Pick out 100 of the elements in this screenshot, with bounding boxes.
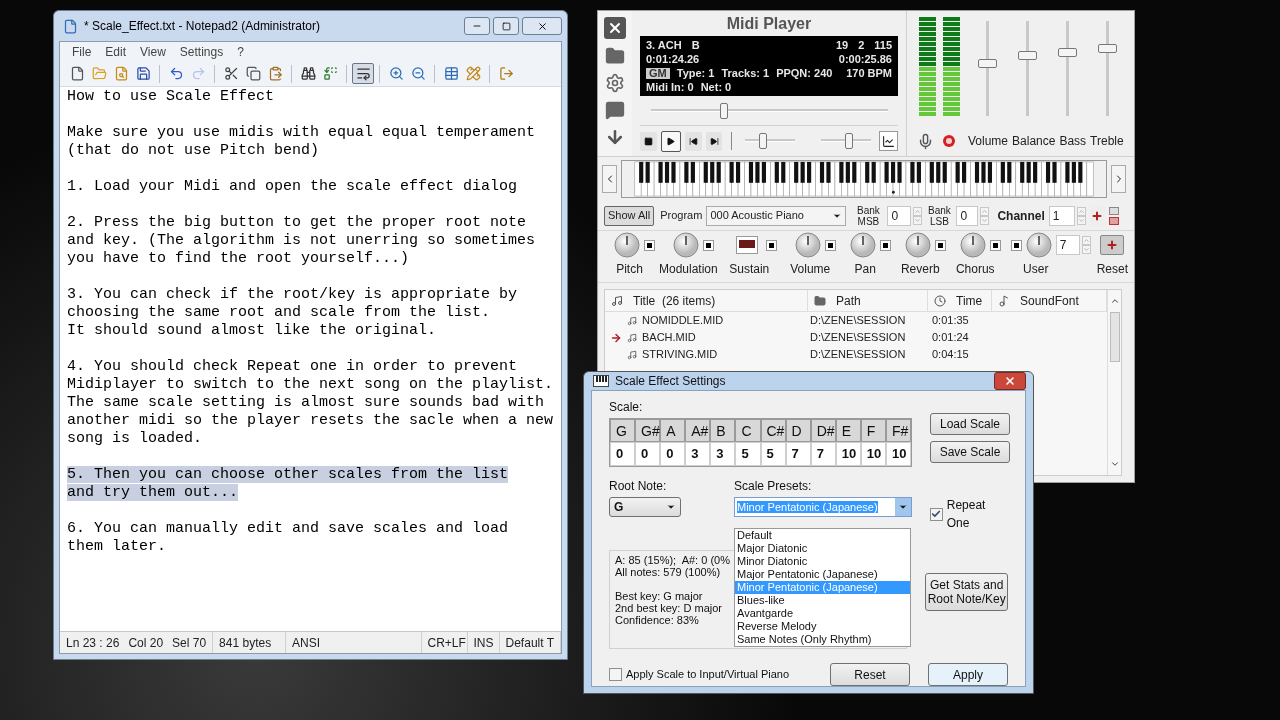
microphone-icon[interactable] [917, 132, 934, 150]
reset-button[interactable] [1100, 235, 1125, 255]
slider-thumb[interactable] [844, 133, 853, 149]
controller-label: User [1023, 261, 1049, 278]
menu-item[interactable]: View [140, 42, 166, 61]
scroll-up-icon[interactable] [1109, 296, 1120, 306]
toggle-button[interactable] [644, 239, 655, 251]
small-button[interactable] [1108, 206, 1119, 215]
menu-item[interactable]: Edit [105, 42, 127, 61]
playlist-row[interactable]: BACH.MID D:\ZENE\SESSION 0:01:24 [605, 329, 1107, 346]
slider-thumb[interactable] [1057, 48, 1077, 58]
slider-thumb[interactable] [719, 102, 728, 119]
column-header[interactable]: SoundFont [1020, 291, 1079, 310]
menu-item[interactable]: ? [237, 42, 244, 61]
small-button[interactable] [1108, 216, 1119, 225]
file-search-icon [113, 66, 129, 81]
speech-bubble-icon[interactable] [605, 100, 625, 120]
show-all-button[interactable]: Show All [604, 205, 655, 226]
note-cell: F [860, 419, 886, 442]
dropdown-arrow-icon [666, 502, 676, 512]
scroll-right-button[interactable] [1111, 165, 1126, 193]
slider-thumb[interactable] [1017, 51, 1037, 61]
checkbox[interactable] [930, 507, 943, 521]
transport-button[interactable] [640, 131, 657, 151]
value-cell[interactable]: 3 [685, 442, 711, 466]
slider-thumb[interactable] [977, 58, 997, 68]
toggle-button[interactable] [989, 239, 1001, 251]
value-cell[interactable]: 0 [660, 442, 686, 466]
toggle-button[interactable] [879, 239, 891, 251]
value-cell[interactable]: 10 [860, 442, 886, 466]
slider-thumb[interactable] [758, 133, 767, 149]
value-cell[interactable]: 10 [885, 442, 911, 466]
scrollbar-thumb[interactable] [1109, 312, 1120, 362]
reset-button[interactable]: Reset [830, 663, 910, 686]
scrollbar[interactable] [1107, 290, 1121, 475]
table-icon [443, 66, 459, 81]
transport-button[interactable] [685, 131, 702, 151]
toggle-button[interactable] [824, 239, 836, 251]
song-path: D:\ZENE\SESSION [809, 330, 907, 346]
number-field[interactable]: 1 [1048, 205, 1075, 226]
value-cell[interactable]: 7 [785, 442, 811, 466]
value-cell[interactable]: 0 [610, 442, 636, 466]
value-cell[interactable]: 0 [635, 442, 661, 466]
close-button[interactable] [604, 17, 626, 39]
apply-button[interactable]: Apply [928, 663, 1008, 686]
minimize-button[interactable] [464, 17, 490, 35]
note-icon [627, 315, 637, 326]
number-field[interactable]: 7 [1055, 235, 1080, 255]
program-dropdown[interactable]: 000 Acoustic Piano [706, 205, 847, 226]
dropdown-option[interactable]: Major Diatonic [735, 542, 910, 555]
note-cell: C# [760, 419, 786, 442]
text-line: 1. Load your Midi and open the scale effect dialog [67, 178, 518, 195]
value-cell[interactable]: 10 [835, 442, 861, 466]
dropdown-option[interactable]: Default [735, 529, 910, 542]
column-header[interactable]: Time [956, 291, 983, 310]
load-scale-button[interactable]: Load Scale [930, 413, 1010, 435]
dropdown-option[interactable]: Avantgarde [735, 607, 910, 620]
graph-button[interactable] [879, 131, 898, 151]
playlist-row[interactable]: NOMIDDLE.MID D:\ZENE\SESSION 0:01:35 [605, 312, 1107, 329]
number-field[interactable]: 0 [887, 205, 912, 226]
document-icon [63, 18, 78, 34]
slider-thumb[interactable] [1097, 43, 1117, 53]
transport-button[interactable] [705, 131, 723, 151]
piano-keyboard-drawing[interactable] [621, 160, 1107, 198]
record-icon[interactable] [942, 134, 956, 148]
value-cell[interactable]: 3 [710, 442, 736, 466]
toolbar-button[interactable] [352, 63, 374, 84]
folder-icon[interactable] [605, 46, 625, 66]
dropdown-option[interactable]: Blues-like [735, 594, 910, 607]
dropdown-arrow-button[interactable] [895, 498, 911, 516]
scroll-down-icon[interactable] [1109, 459, 1120, 469]
close-button[interactable] [522, 17, 562, 35]
column-header[interactable]: Title (26 items) [633, 291, 716, 310]
number-field[interactable]: 0 [956, 205, 979, 226]
dropdown-option[interactable]: Same Notes (Only Rhythm) [735, 633, 910, 646]
toggle-button[interactable] [765, 239, 777, 251]
save-scale-button[interactable]: Save Scale [930, 441, 1010, 463]
column-header[interactable]: Path [836, 291, 861, 310]
toggle-button[interactable] [1010, 239, 1022, 251]
scroll-left-button[interactable] [602, 165, 617, 193]
note-cell: A# [685, 419, 711, 442]
settings-icon[interactable] [605, 73, 625, 93]
close-button[interactable] [994, 372, 1026, 390]
dropdown-option[interactable]: Major Pentatonic (Japanese) [735, 568, 910, 581]
value-cell[interactable]: 5 [760, 442, 786, 466]
sustain-switch[interactable] [735, 236, 758, 254]
dropdown-option[interactable]: Minor Diatonic [735, 555, 910, 568]
menu-item[interactable]: Settings [179, 42, 224, 61]
value-cell[interactable]: 5 [735, 442, 761, 466]
root-note-dropdown[interactable]: G [609, 497, 681, 517]
value-cell[interactable]: 7 [810, 442, 836, 466]
toggle-button[interactable] [934, 239, 946, 251]
transport-button[interactable] [660, 130, 682, 152]
toggle-button[interactable] [702, 239, 714, 251]
playlist-row[interactable]: STRIVING.MID D:\ZENE\SESSION 0:04:15 [605, 346, 1107, 363]
get-stats-button[interactable]: Get Stats and Root Note/Key [925, 573, 1008, 611]
maximize-button[interactable] [493, 17, 519, 35]
checkbox[interactable] [609, 668, 622, 681]
dropdown-option[interactable]: Reverse Melody [735, 620, 910, 633]
menu-item[interactable]: File [72, 42, 92, 61]
